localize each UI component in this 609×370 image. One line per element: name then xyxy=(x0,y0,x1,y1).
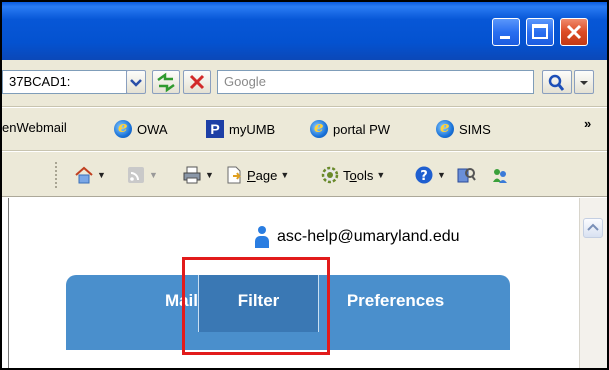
maximize-button[interactable] xyxy=(526,18,554,46)
research-icon xyxy=(457,168,476,183)
chevron-down-icon: ▼ xyxy=(437,170,446,180)
favorite-label: SIMS xyxy=(459,121,491,137)
ie-icon xyxy=(310,118,328,138)
address-dropdown-button[interactable] xyxy=(126,70,146,94)
chevron-down-icon: ▼ xyxy=(280,170,290,180)
refresh-button[interactable] xyxy=(152,70,180,94)
favorite-link-sims[interactable]: SIMS xyxy=(436,118,491,138)
favorite-link-enwebmail[interactable]: enWebmail xyxy=(2,120,67,135)
help-button[interactable]: ? ▼ xyxy=(414,165,446,185)
search-button[interactable] xyxy=(542,70,572,94)
favorite-link-myumb[interactable]: P myUMB xyxy=(206,120,275,138)
tab-preferences[interactable]: Preferences xyxy=(318,275,472,332)
toolbar-grip xyxy=(55,162,57,188)
scroll-up-button[interactable] xyxy=(583,218,603,238)
home-button[interactable]: ▼ xyxy=(74,165,106,185)
home-icon xyxy=(75,166,93,184)
page-icon xyxy=(227,166,241,184)
refresh-icon xyxy=(157,72,175,93)
tab-bar: Mail Filter Preferences xyxy=(66,275,510,332)
tools-menu-button[interactable]: Tools ▼ xyxy=(320,165,385,185)
print-button[interactable]: ▼ xyxy=(182,165,214,185)
chevron-down-icon: ▼ xyxy=(376,170,386,180)
user-info: asc-help@umaryland.edu xyxy=(255,226,460,248)
vertical-scrollbar[interactable] xyxy=(579,198,607,368)
rss-feed-icon xyxy=(128,167,144,183)
chevron-down-icon xyxy=(580,81,588,85)
tab-mail[interactable]: Mail xyxy=(66,275,198,332)
command-bar: ▼ ▼ ▼ Page ▼ Tools ▼ ? ▼ xyxy=(2,152,607,197)
search-icon xyxy=(548,74,565,91)
messenger-icon xyxy=(493,169,507,183)
browser-window: 37BCAD1: Google enWebmail OWA P myUMB xyxy=(0,0,609,370)
user-icon xyxy=(255,226,269,248)
portal-p-icon: P xyxy=(206,120,224,138)
search-input[interactable]: Google xyxy=(217,70,534,94)
tools-menu-label: Tools xyxy=(343,167,374,183)
favorite-label: portal PW xyxy=(333,121,391,137)
printer-icon xyxy=(183,166,201,184)
address-toolbar: 37BCAD1: Google xyxy=(2,60,607,107)
chevron-down-icon xyxy=(130,79,142,87)
messenger-button[interactable] xyxy=(490,165,510,185)
page-menu-button[interactable]: Page ▼ xyxy=(224,165,289,185)
user-email: asc-help@umaryland.edu xyxy=(277,228,460,245)
chevron-down-icon: ▼ xyxy=(149,170,158,180)
svg-text:?: ? xyxy=(420,169,428,184)
favorite-link-owa[interactable]: OWA xyxy=(114,118,168,138)
feeds-button[interactable]: ▼ xyxy=(126,165,158,185)
ie-icon xyxy=(114,118,132,138)
tab-bar-underline xyxy=(66,332,510,350)
tab-filter[interactable]: Filter xyxy=(198,275,318,332)
minimize-button[interactable] xyxy=(492,18,520,46)
page-content: asc-help@umaryland.edu Mail Filter Prefe… xyxy=(8,198,579,368)
favorite-label: enWebmail xyxy=(2,120,67,135)
favorite-link-portal-pw[interactable]: portal PW xyxy=(310,118,391,138)
research-button[interactable] xyxy=(456,165,476,185)
favorites-overflow-button[interactable]: » xyxy=(584,116,591,131)
page-menu-label: Page xyxy=(247,167,278,183)
favorite-label: OWA xyxy=(137,121,168,137)
close-icon xyxy=(566,24,582,40)
minimize-icon xyxy=(500,36,510,39)
stop-icon xyxy=(189,74,205,90)
search-options-button[interactable] xyxy=(574,70,594,94)
gear-icon xyxy=(321,166,339,184)
maximize-icon xyxy=(532,24,548,39)
close-button[interactable] xyxy=(560,18,588,46)
ie-icon xyxy=(436,118,454,138)
chevron-down-icon: ▼ xyxy=(205,170,214,180)
title-bar xyxy=(2,2,607,60)
links-toolbar: enWebmail OWA P myUMB portal PW SIMS » xyxy=(2,108,607,151)
address-input[interactable]: 37BCAD1: xyxy=(2,70,127,94)
favorite-label: myUMB xyxy=(229,121,276,137)
chevron-down-icon: ▼ xyxy=(97,170,106,180)
stop-button[interactable] xyxy=(183,70,211,94)
help-icon: ? xyxy=(415,166,433,184)
chevron-up-icon xyxy=(587,223,599,231)
